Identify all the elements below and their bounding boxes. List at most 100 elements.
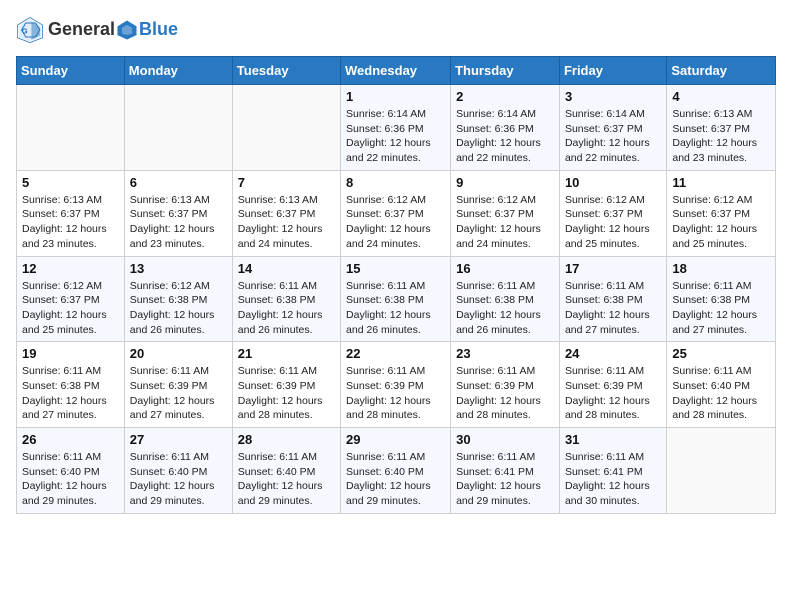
page-header: G GeneralBlue xyxy=(16,16,776,44)
day-number: 27 xyxy=(130,432,227,447)
day-info: Sunrise: 6:12 AM Sunset: 6:37 PM Dayligh… xyxy=(565,193,661,252)
calendar-cell: 4 Sunrise: 6:13 AM Sunset: 6:37 PM Daylig… xyxy=(667,85,776,171)
day-info: Sunrise: 6:14 AM Sunset: 6:36 PM Dayligh… xyxy=(456,107,554,166)
header-row: SundayMondayTuesdayWednesdayThursdayFrid… xyxy=(17,57,776,85)
day-number: 24 xyxy=(565,346,661,361)
logo-icon: G xyxy=(16,16,44,44)
calendar-cell: 13 Sunrise: 6:12 AM Sunset: 6:38 PM Dayli… xyxy=(124,256,232,342)
day-number: 10 xyxy=(565,175,661,190)
day-info: Sunrise: 6:11 AM Sunset: 6:38 PM Dayligh… xyxy=(346,279,445,338)
calendar-cell: 7 Sunrise: 6:13 AM Sunset: 6:37 PM Daylig… xyxy=(232,170,340,256)
day-info: Sunrise: 6:12 AM Sunset: 6:37 PM Dayligh… xyxy=(22,279,119,338)
day-number: 25 xyxy=(672,346,770,361)
day-number: 1 xyxy=(346,89,445,104)
calendar-cell: 18 Sunrise: 6:11 AM Sunset: 6:38 PM Dayli… xyxy=(667,256,776,342)
calendar-cell: 12 Sunrise: 6:12 AM Sunset: 6:37 PM Dayli… xyxy=(17,256,125,342)
day-info: Sunrise: 6:11 AM Sunset: 6:39 PM Dayligh… xyxy=(565,364,661,423)
day-info: Sunrise: 6:11 AM Sunset: 6:38 PM Dayligh… xyxy=(456,279,554,338)
day-number: 28 xyxy=(238,432,335,447)
day-number: 20 xyxy=(130,346,227,361)
day-info: Sunrise: 6:13 AM Sunset: 6:37 PM Dayligh… xyxy=(672,107,770,166)
day-number: 21 xyxy=(238,346,335,361)
day-info: Sunrise: 6:11 AM Sunset: 6:38 PM Dayligh… xyxy=(672,279,770,338)
day-info: Sunrise: 6:11 AM Sunset: 6:40 PM Dayligh… xyxy=(672,364,770,423)
calendar-cell: 28Sunrise: 6:11 AM Sunset: 6:40 PM Dayli… xyxy=(232,428,340,514)
day-info: Sunrise: 6:11 AM Sunset: 6:40 PM Dayligh… xyxy=(22,450,119,509)
day-info: Sunrise: 6:12 AM Sunset: 6:37 PM Dayligh… xyxy=(456,193,554,252)
day-info: Sunrise: 6:14 AM Sunset: 6:36 PM Dayligh… xyxy=(346,107,445,166)
day-info: Sunrise: 6:12 AM Sunset: 6:37 PM Dayligh… xyxy=(672,193,770,252)
calendar-week-2: 5 Sunrise: 6:13 AM Sunset: 6:37 PM Daylig… xyxy=(17,170,776,256)
calendar-cell: 10 Sunrise: 6:12 AM Sunset: 6:37 PM Dayli… xyxy=(559,170,666,256)
day-header-tuesday: Tuesday xyxy=(232,57,340,85)
calendar-week-5: 26Sunrise: 6:11 AM Sunset: 6:40 PM Dayli… xyxy=(17,428,776,514)
day-info: Sunrise: 6:11 AM Sunset: 6:38 PM Dayligh… xyxy=(565,279,661,338)
day-number: 6 xyxy=(130,175,227,190)
calendar-cell: 19 Sunrise: 6:11 AM Sunset: 6:38 PM Dayli… xyxy=(17,342,125,428)
calendar-cell: 22 Sunrise: 6:11 AM Sunset: 6:39 PM Dayli… xyxy=(341,342,451,428)
calendar-cell: 27 Sunrise: 6:11 AM Sunset: 6:40 PM Dayli… xyxy=(124,428,232,514)
day-number: 12 xyxy=(22,261,119,276)
calendar-cell xyxy=(667,428,776,514)
day-number: 13 xyxy=(130,261,227,276)
calendar-cell xyxy=(124,85,232,171)
day-header-monday: Monday xyxy=(124,57,232,85)
calendar-cell: 21Sunrise: 6:11 AM Sunset: 6:39 PM Dayli… xyxy=(232,342,340,428)
day-number: 9 xyxy=(456,175,554,190)
day-info: Sunrise: 6:11 AM Sunset: 6:39 PM Dayligh… xyxy=(346,364,445,423)
day-number: 8 xyxy=(346,175,445,190)
day-number: 31 xyxy=(565,432,661,447)
svg-text:G: G xyxy=(22,27,28,36)
day-info: Sunrise: 6:11 AM Sunset: 6:38 PM Dayligh… xyxy=(238,279,335,338)
day-number: 2 xyxy=(456,89,554,104)
day-header-thursday: Thursday xyxy=(451,57,560,85)
calendar-cell: 1 Sunrise: 6:14 AM Sunset: 6:36 PM Daylig… xyxy=(341,85,451,171)
day-info: Sunrise: 6:11 AM Sunset: 6:41 PM Dayligh… xyxy=(456,450,554,509)
day-header-wednesday: Wednesday xyxy=(341,57,451,85)
day-number: 22 xyxy=(346,346,445,361)
calendar-header: SundayMondayTuesdayWednesdayThursdayFrid… xyxy=(17,57,776,85)
calendar-cell: 25 Sunrise: 6:11 AM Sunset: 6:40 PM Dayli… xyxy=(667,342,776,428)
day-info: Sunrise: 6:13 AM Sunset: 6:37 PM Dayligh… xyxy=(22,193,119,252)
day-info: Sunrise: 6:13 AM Sunset: 6:37 PM Dayligh… xyxy=(238,193,335,252)
day-number: 29 xyxy=(346,432,445,447)
calendar-cell: 6Sunrise: 6:13 AM Sunset: 6:37 PM Daylig… xyxy=(124,170,232,256)
calendar-week-4: 19 Sunrise: 6:11 AM Sunset: 6:38 PM Dayli… xyxy=(17,342,776,428)
calendar-cell: 31 Sunrise: 6:11 AM Sunset: 6:41 PM Dayli… xyxy=(559,428,666,514)
day-number: 17 xyxy=(565,261,661,276)
calendar-cell: 29 Sunrise: 6:11 AM Sunset: 6:40 PM Dayli… xyxy=(341,428,451,514)
calendar-cell: 14 Sunrise: 6:11 AM Sunset: 6:38 PM Dayli… xyxy=(232,256,340,342)
day-number: 23 xyxy=(456,346,554,361)
calendar-week-3: 12 Sunrise: 6:12 AM Sunset: 6:37 PM Dayli… xyxy=(17,256,776,342)
calendar-table: SundayMondayTuesdayWednesdayThursdayFrid… xyxy=(16,56,776,514)
calendar-cell: 20 Sunrise: 6:11 AM Sunset: 6:39 PM Dayli… xyxy=(124,342,232,428)
calendar-cell: 16 Sunrise: 6:11 AM Sunset: 6:38 PM Dayli… xyxy=(451,256,560,342)
day-info: Sunrise: 6:11 AM Sunset: 6:38 PM Dayligh… xyxy=(22,364,119,423)
calendar-cell: 26Sunrise: 6:11 AM Sunset: 6:40 PM Dayli… xyxy=(17,428,125,514)
day-info: Sunrise: 6:11 AM Sunset: 6:39 PM Dayligh… xyxy=(456,364,554,423)
day-number: 16 xyxy=(456,261,554,276)
day-number: 15 xyxy=(346,261,445,276)
day-number: 11 xyxy=(672,175,770,190)
day-number: 5 xyxy=(22,175,119,190)
day-number: 14 xyxy=(238,261,335,276)
day-header-friday: Friday xyxy=(559,57,666,85)
day-info: Sunrise: 6:11 AM Sunset: 6:39 PM Dayligh… xyxy=(130,364,227,423)
day-number: 19 xyxy=(22,346,119,361)
calendar-body: 1 Sunrise: 6:14 AM Sunset: 6:36 PM Daylig… xyxy=(17,85,776,514)
calendar-cell: 11 Sunrise: 6:12 AM Sunset: 6:37 PM Dayli… xyxy=(667,170,776,256)
day-number: 18 xyxy=(672,261,770,276)
calendar-cell: 5 Sunrise: 6:13 AM Sunset: 6:37 PM Daylig… xyxy=(17,170,125,256)
logo: G GeneralBlue xyxy=(16,16,178,44)
day-number: 4 xyxy=(672,89,770,104)
calendar-cell xyxy=(232,85,340,171)
calendar-cell xyxy=(17,85,125,171)
day-number: 7 xyxy=(238,175,335,190)
calendar-cell: 9 Sunrise: 6:12 AM Sunset: 6:37 PM Daylig… xyxy=(451,170,560,256)
calendar-cell: 30Sunrise: 6:11 AM Sunset: 6:41 PM Dayli… xyxy=(451,428,560,514)
day-header-sunday: Sunday xyxy=(17,57,125,85)
day-info: Sunrise: 6:11 AM Sunset: 6:40 PM Dayligh… xyxy=(130,450,227,509)
day-info: Sunrise: 6:11 AM Sunset: 6:41 PM Dayligh… xyxy=(565,450,661,509)
day-info: Sunrise: 6:11 AM Sunset: 6:40 PM Dayligh… xyxy=(346,450,445,509)
day-info: Sunrise: 6:12 AM Sunset: 6:38 PM Dayligh… xyxy=(130,279,227,338)
